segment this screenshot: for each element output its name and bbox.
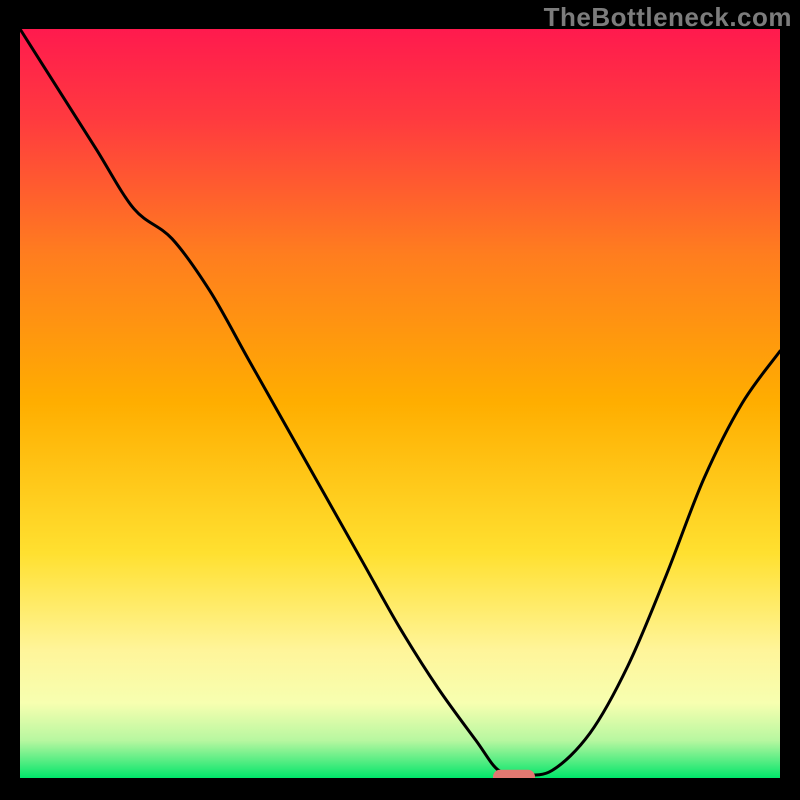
watermark-label: TheBottleneck.com: [544, 2, 792, 33]
optimal-marker: [493, 770, 535, 778]
gradient-background: [20, 29, 780, 778]
bottleneck-plot: [20, 29, 780, 778]
chart-frame: TheBottleneck.com: [0, 0, 800, 800]
